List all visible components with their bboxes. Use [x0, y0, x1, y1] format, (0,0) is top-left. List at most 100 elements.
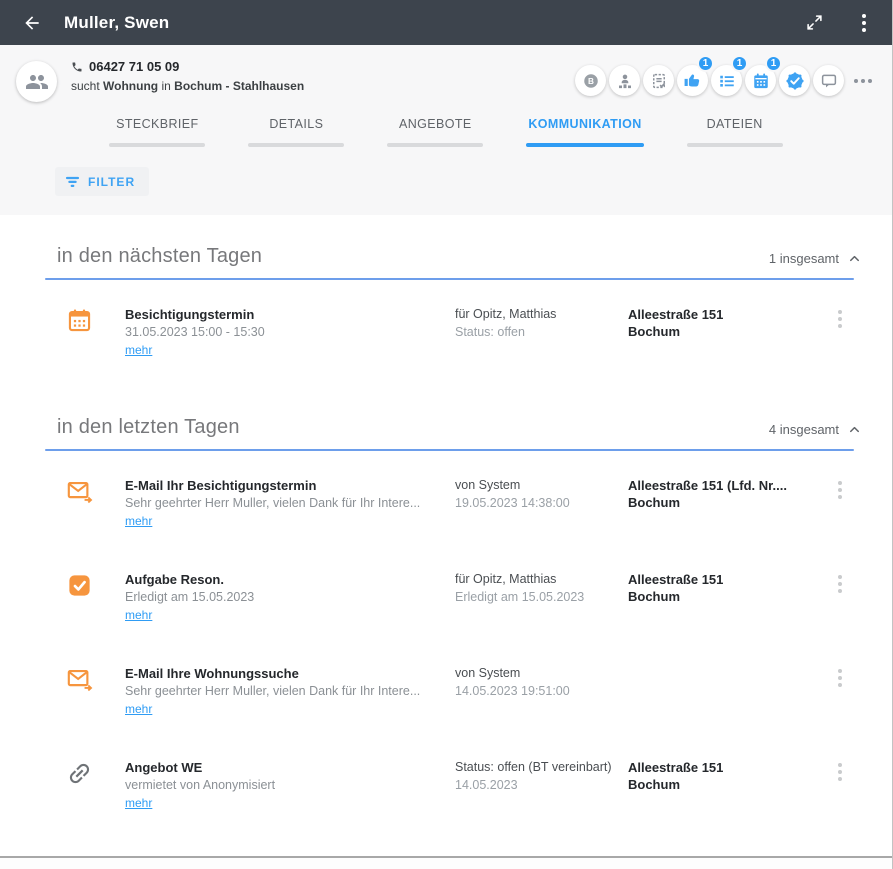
item-meta-primary: für Opitz, Matthias: [455, 571, 628, 588]
item-property-city: Bochum: [628, 323, 798, 340]
section-upcoming: in den nächsten Tagen 1 insgesamt: [0, 217, 892, 362]
section-collapse-toggle[interactable]: 1 insgesamt: [769, 251, 862, 268]
person-stats-icon: [616, 72, 634, 90]
person-stats-button[interactable]: [609, 65, 640, 96]
communication-list: in den nächsten Tagen 1 insgesamt: [0, 215, 892, 815]
more-link[interactable]: mehr: [125, 608, 152, 622]
verified-seal-icon: [785, 71, 805, 91]
list-item-email[interactable]: E-Mail Ihre Wohnungssuche Sehr geehrter …: [0, 665, 892, 721]
item-meta-secondary: Erledigt am 15.05.2023: [455, 589, 628, 606]
phone-line[interactable]: 06427 71 05 09: [71, 59, 304, 74]
task-check-icon: [66, 571, 125, 599]
tab-underline: [526, 143, 643, 147]
expand-button[interactable]: [800, 9, 828, 37]
link-icon: [66, 759, 125, 787]
section-count: 4 insgesamt: [769, 422, 839, 437]
item-subtitle: Sehr geehrter Herr Muller, vielen Dank f…: [125, 495, 445, 512]
offers-badge: 1: [697, 55, 714, 72]
item-property: Alleestraße 151 (Lfd. Nr....: [628, 477, 798, 494]
tab-underline: [248, 143, 344, 147]
avatar[interactable]: [16, 61, 57, 102]
comment-button[interactable]: [813, 65, 844, 96]
activity-list-button[interactable]: 1: [711, 65, 742, 96]
mail-icon: [66, 665, 125, 693]
tab-steckbrief[interactable]: STECKBRIEF: [94, 113, 220, 147]
item-title: Angebot WE: [125, 759, 455, 776]
tab-label: ANGEBOTE: [397, 113, 474, 131]
expand-icon: [806, 14, 823, 31]
appointments-button[interactable]: 1: [745, 65, 776, 96]
credit-b-icon: B: [582, 72, 600, 90]
tab-bar: STECKBRIEF DETAILS ANGEBOTE KOMMUNIKATIO…: [0, 113, 892, 147]
overflow-menu-button[interactable]: [850, 9, 878, 37]
list-item-offer[interactable]: Angebot WE vermietet von Anonymisiert me…: [0, 759, 892, 815]
page-title: Muller, Swen: [64, 13, 800, 33]
section-recent: in den letzten Tagen 4 insgesamt E-Mail …: [0, 400, 892, 815]
more-link[interactable]: mehr: [125, 343, 152, 357]
item-property-city: Bochum: [628, 588, 798, 605]
offers-button[interactable]: 1: [677, 65, 708, 96]
titlebar: Muller, Swen: [0, 0, 892, 45]
tab-label: STECKBRIEF: [114, 113, 201, 131]
item-menu-button[interactable]: [830, 665, 850, 687]
chevron-up-icon: [847, 422, 862, 437]
tab-angebote[interactable]: ANGEBOTE: [372, 113, 498, 147]
list-item-task[interactable]: Aufgabe Reson. Erledigt am 15.05.2023 me…: [0, 571, 892, 627]
svg-text:B: B: [588, 77, 594, 86]
item-property: Alleestraße 151: [628, 306, 798, 323]
section-title: in den nächsten Tagen: [57, 245, 262, 268]
back-button[interactable]: [16, 7, 48, 39]
speech-bubble-icon: [820, 72, 838, 90]
filter-button[interactable]: FILTER: [55, 167, 149, 196]
chevron-up-icon: [847, 251, 862, 266]
calendar-icon: [66, 306, 125, 334]
search-summary: sucht Wohnung in Bochum - Stahlhausen: [71, 79, 304, 93]
tab-label: KOMMUNIKATION: [526, 113, 643, 131]
more-link[interactable]: mehr: [125, 514, 152, 528]
section-collapse-toggle[interactable]: 4 insgesamt: [769, 422, 862, 439]
more-link[interactable]: mehr: [125, 702, 152, 716]
calendar-badge-icon: [752, 72, 770, 90]
item-meta-secondary: 14.05.2023: [455, 777, 628, 794]
more-actions-button[interactable]: [847, 65, 878, 96]
appointments-badge: 1: [765, 55, 782, 72]
verified-button[interactable]: [779, 65, 810, 96]
more-link[interactable]: mehr: [125, 796, 152, 810]
kebab-menu-icon: [862, 14, 866, 32]
item-meta-primary: für Opitz, Matthias: [455, 306, 628, 323]
item-menu-button[interactable]: [830, 306, 850, 328]
credit-check-button[interactable]: B: [575, 65, 606, 96]
item-property: Alleestraße 151: [628, 571, 798, 588]
item-menu-button[interactable]: [830, 759, 850, 781]
arrow-back-icon: [22, 13, 42, 33]
item-meta-primary: von System: [455, 665, 628, 682]
contact-action-bar: B 1: [575, 65, 878, 96]
kebab-menu-icon: [838, 575, 842, 593]
search-prefix: sucht: [71, 79, 100, 93]
kebab-menu-icon: [838, 481, 842, 499]
item-meta-primary: Status: offen (BT vereinbart): [455, 759, 628, 776]
list-icon: [718, 72, 736, 90]
item-subtitle: 31.05.2023 15:00 - 15:30: [125, 324, 445, 341]
item-property: Alleestraße 151: [628, 759, 798, 776]
report-button[interactable]: [643, 65, 674, 96]
kebab-menu-icon: [838, 763, 842, 781]
tab-details[interactable]: DETAILS: [233, 113, 359, 147]
tab-dateien[interactable]: DATEIEN: [672, 113, 798, 147]
list-item-email[interactable]: E-Mail Ihr Besichtigungstermin Sehr geeh…: [0, 477, 892, 533]
mail-icon: [66, 477, 125, 505]
titlebar-actions: [800, 9, 878, 37]
people-icon: [25, 70, 49, 94]
filter-label: FILTER: [88, 175, 135, 189]
phone-number: 06427 71 05 09: [89, 59, 179, 74]
tab-underline: [687, 143, 783, 147]
item-menu-button[interactable]: [830, 477, 850, 499]
item-meta-secondary: Status: offen: [455, 324, 628, 341]
item-meta-secondary: 19.05.2023 14:38:00: [455, 495, 628, 512]
item-meta-primary: von System: [455, 477, 628, 494]
item-title: E-Mail Ihr Besichtigungstermin: [125, 477, 455, 494]
item-menu-button[interactable]: [830, 571, 850, 593]
list-item-appointment[interactable]: Besichtigungstermin 31.05.2023 15:00 - 1…: [0, 306, 892, 362]
tab-kommunikation[interactable]: KOMMUNIKATION: [511, 113, 658, 147]
item-title: E-Mail Ihre Wohnungssuche: [125, 665, 455, 682]
